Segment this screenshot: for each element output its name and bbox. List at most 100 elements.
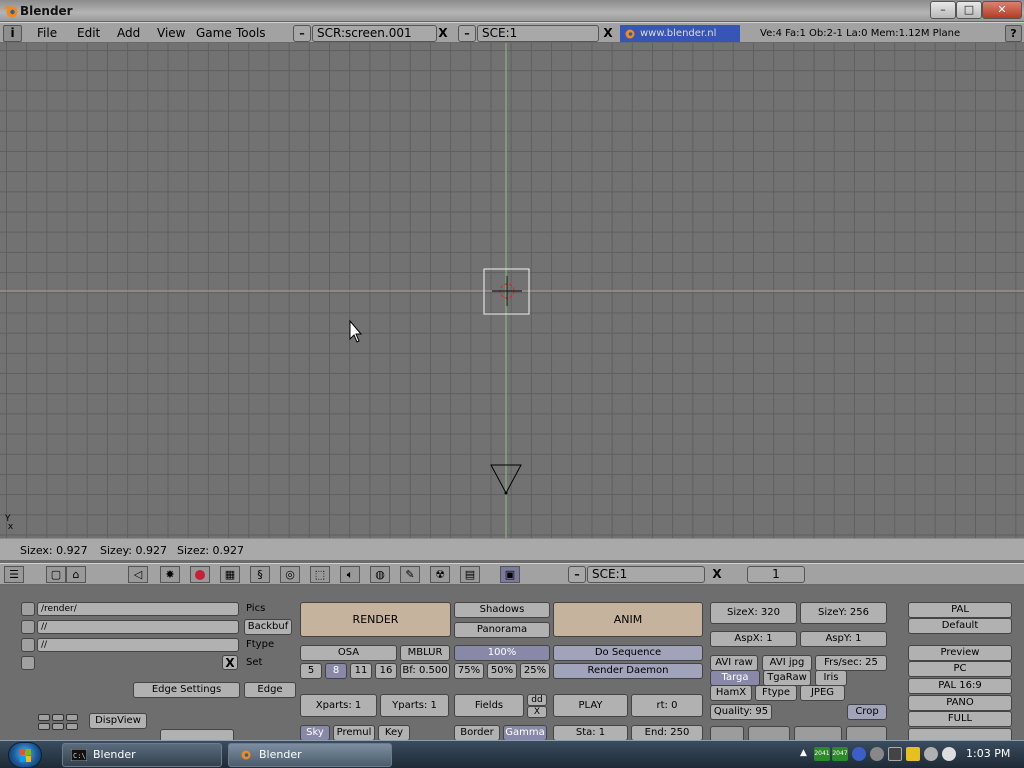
taskbar-cmd-blender[interactable]: C:\ Blender — [62, 743, 222, 767]
sky-button[interactable]: Sky — [300, 725, 330, 740]
preview-preset-button[interactable]: Preview — [908, 645, 1012, 661]
scene-browse-button[interactable]: – — [458, 25, 476, 42]
tgaraw-button[interactable]: TgaRaw — [763, 670, 811, 686]
radiosity-buttons-icon[interactable]: ◎ — [280, 566, 300, 583]
render-button[interactable]: RENDER — [300, 602, 451, 637]
blur-factor-field[interactable]: Bf: 0.500 — [400, 663, 450, 679]
premul-button[interactable]: Premul — [333, 725, 375, 740]
tray-monitor-icon[interactable] — [888, 747, 902, 761]
x-button[interactable]: X — [527, 706, 547, 718]
edge-settings-button[interactable]: Edge Settings — [133, 682, 240, 698]
tray-settings-icon[interactable] — [870, 747, 884, 761]
set-browse-button[interactable] — [21, 656, 35, 670]
size-50-button[interactable]: 50% — [487, 663, 517, 679]
object-buttons-icon[interactable]: ▤ — [460, 566, 480, 583]
menu-add[interactable]: Add — [117, 26, 140, 40]
tray-volume-icon[interactable] — [942, 747, 956, 761]
tray-power-icon[interactable] — [906, 747, 920, 761]
menu-file[interactable]: File — [37, 26, 57, 40]
sound-buttons-icon[interactable]: 🔈︎ — [340, 566, 360, 583]
scene-delete-button[interactable]: X — [600, 26, 616, 41]
home-icon[interactable]: ⌂ — [66, 566, 86, 583]
render-buttons-icon[interactable]: ▣ — [500, 566, 520, 583]
frs-sec-field[interactable]: Frs/sec: 25 — [815, 655, 887, 671]
full-preset-button[interactable]: FULL — [908, 711, 1012, 727]
pal169-preset-button[interactable]: PAL 16:9 — [908, 678, 1012, 694]
avi-jpg-button[interactable]: AVI jpg — [762, 655, 812, 671]
dispview-button[interactable]: DispView — [89, 713, 147, 729]
pano-preset-button[interactable]: PANO — [908, 695, 1012, 711]
yparts-field[interactable]: Yparts: 1 — [380, 694, 449, 717]
close-button[interactable]: ✕ — [982, 1, 1022, 19]
screen-name-field[interactable]: SCR:screen.001 — [312, 25, 437, 42]
window-type-icon[interactable]: i — [3, 25, 22, 42]
size-75-button[interactable]: 75% — [454, 663, 484, 679]
targa-button[interactable]: Targa — [710, 670, 760, 686]
do-sequence-button[interactable]: Do Sequence — [553, 645, 703, 661]
osa-8-button[interactable]: 8 — [325, 663, 347, 679]
tray-expand-icon[interactable]: ▲ — [800, 748, 807, 758]
mblur-button[interactable]: MBLUR — [400, 645, 450, 661]
tray-meter-1-icon[interactable]: 2041 — [814, 747, 830, 761]
texture-buttons-icon[interactable]: ▦ — [220, 566, 240, 583]
border-button[interactable]: Border — [454, 725, 500, 740]
edit-buttons-icon[interactable]: ◁ — [128, 566, 148, 583]
default-preset-button[interactable]: Default — [908, 618, 1012, 634]
animation-buttons-icon[interactable]: § — [250, 566, 270, 583]
fields-button[interactable]: Fields — [454, 694, 524, 717]
set-delete-button[interactable]: X — [222, 655, 238, 670]
screen-delete-button[interactable]: X — [435, 26, 451, 41]
xparts-field[interactable]: Xparts: 1 — [300, 694, 377, 717]
pics-path-field[interactable]: /render/ — [37, 602, 239, 616]
taskbar-clock[interactable]: 1:03 PM — [966, 747, 1010, 760]
size-100-button[interactable]: 100% — [454, 645, 550, 661]
avi-raw-button[interactable]: AVI raw — [710, 655, 758, 671]
dispwin-button[interactable] — [160, 729, 234, 740]
tray-speaker-icon[interactable] — [924, 747, 938, 761]
quality-field[interactable]: Quality: 95 — [710, 704, 772, 720]
format-extra-button-4[interactable] — [846, 726, 887, 740]
aspx-field[interactable]: AspX: 1 — [710, 631, 797, 647]
pal-preset-button[interactable]: PAL — [908, 602, 1012, 618]
tray-meter-2-icon[interactable]: 2047 — [832, 747, 848, 761]
extra-preset-button[interactable] — [908, 728, 1012, 740]
scene-browse-button[interactable]: – — [568, 566, 586, 583]
jpeg-button[interactable]: JPEG — [800, 685, 845, 701]
osa-16-button[interactable]: 16 — [375, 663, 397, 679]
backbuf-path-field[interactable]: // — [37, 620, 239, 634]
end-frame-field[interactable]: End: 250 — [631, 725, 703, 740]
3d-viewport[interactable]: Y x — [0, 43, 1024, 538]
ftype-toggle[interactable] — [21, 638, 35, 652]
gamma-button[interactable]: Gamma — [503, 725, 547, 740]
aspy-field[interactable]: AspY: 1 — [800, 631, 887, 647]
menu-game[interactable]: Game — [196, 26, 232, 40]
menu-edit[interactable]: Edit — [77, 26, 100, 40]
sizey-field[interactable]: SizeY: 256 — [800, 602, 887, 624]
current-frame-field[interactable]: 1 — [747, 566, 805, 583]
format-extra-button-2[interactable] — [748, 726, 790, 740]
menu-view[interactable]: View — [157, 26, 185, 40]
sizex-field[interactable]: SizeX: 320 — [710, 602, 797, 624]
paint-buttons-icon[interactable]: ✎ — [400, 566, 420, 583]
osa-button[interactable]: OSA — [300, 645, 397, 661]
buttons-scene-delete[interactable]: X — [709, 567, 725, 582]
start-frame-field[interactable]: Sta: 1 — [553, 725, 628, 740]
ftype-path-field[interactable]: // — [37, 638, 239, 652]
backbuf-button[interactable]: Backbuf — [244, 619, 292, 635]
radiation-buttons-icon[interactable]: ☢ — [430, 566, 450, 583]
minimize-button[interactable]: – — [930, 1, 956, 19]
rt-field[interactable]: rt: 0 — [631, 694, 703, 717]
hamx-button[interactable]: HamX — [710, 685, 752, 701]
shadows-button[interactable]: Shadows — [454, 602, 550, 618]
screen-browse-button[interactable]: – — [293, 25, 311, 42]
buttons-scene-field[interactable]: SCE:1 — [587, 566, 705, 583]
osa-5-button[interactable]: 5 — [300, 663, 322, 679]
maximize-button[interactable]: □ — [956, 1, 982, 19]
website-link[interactable]: www.blender.nl 212 — [620, 25, 740, 56]
panorama-button[interactable]: Panorama — [454, 622, 550, 638]
odd-button[interactable]: dd — [527, 694, 547, 706]
size-25-button[interactable]: 25% — [520, 663, 550, 679]
anim-button[interactable]: ANIM — [553, 602, 703, 637]
scene-name-field[interactable]: SCE:1 — [477, 25, 599, 42]
tray-network-icon[interactable] — [852, 747, 866, 761]
